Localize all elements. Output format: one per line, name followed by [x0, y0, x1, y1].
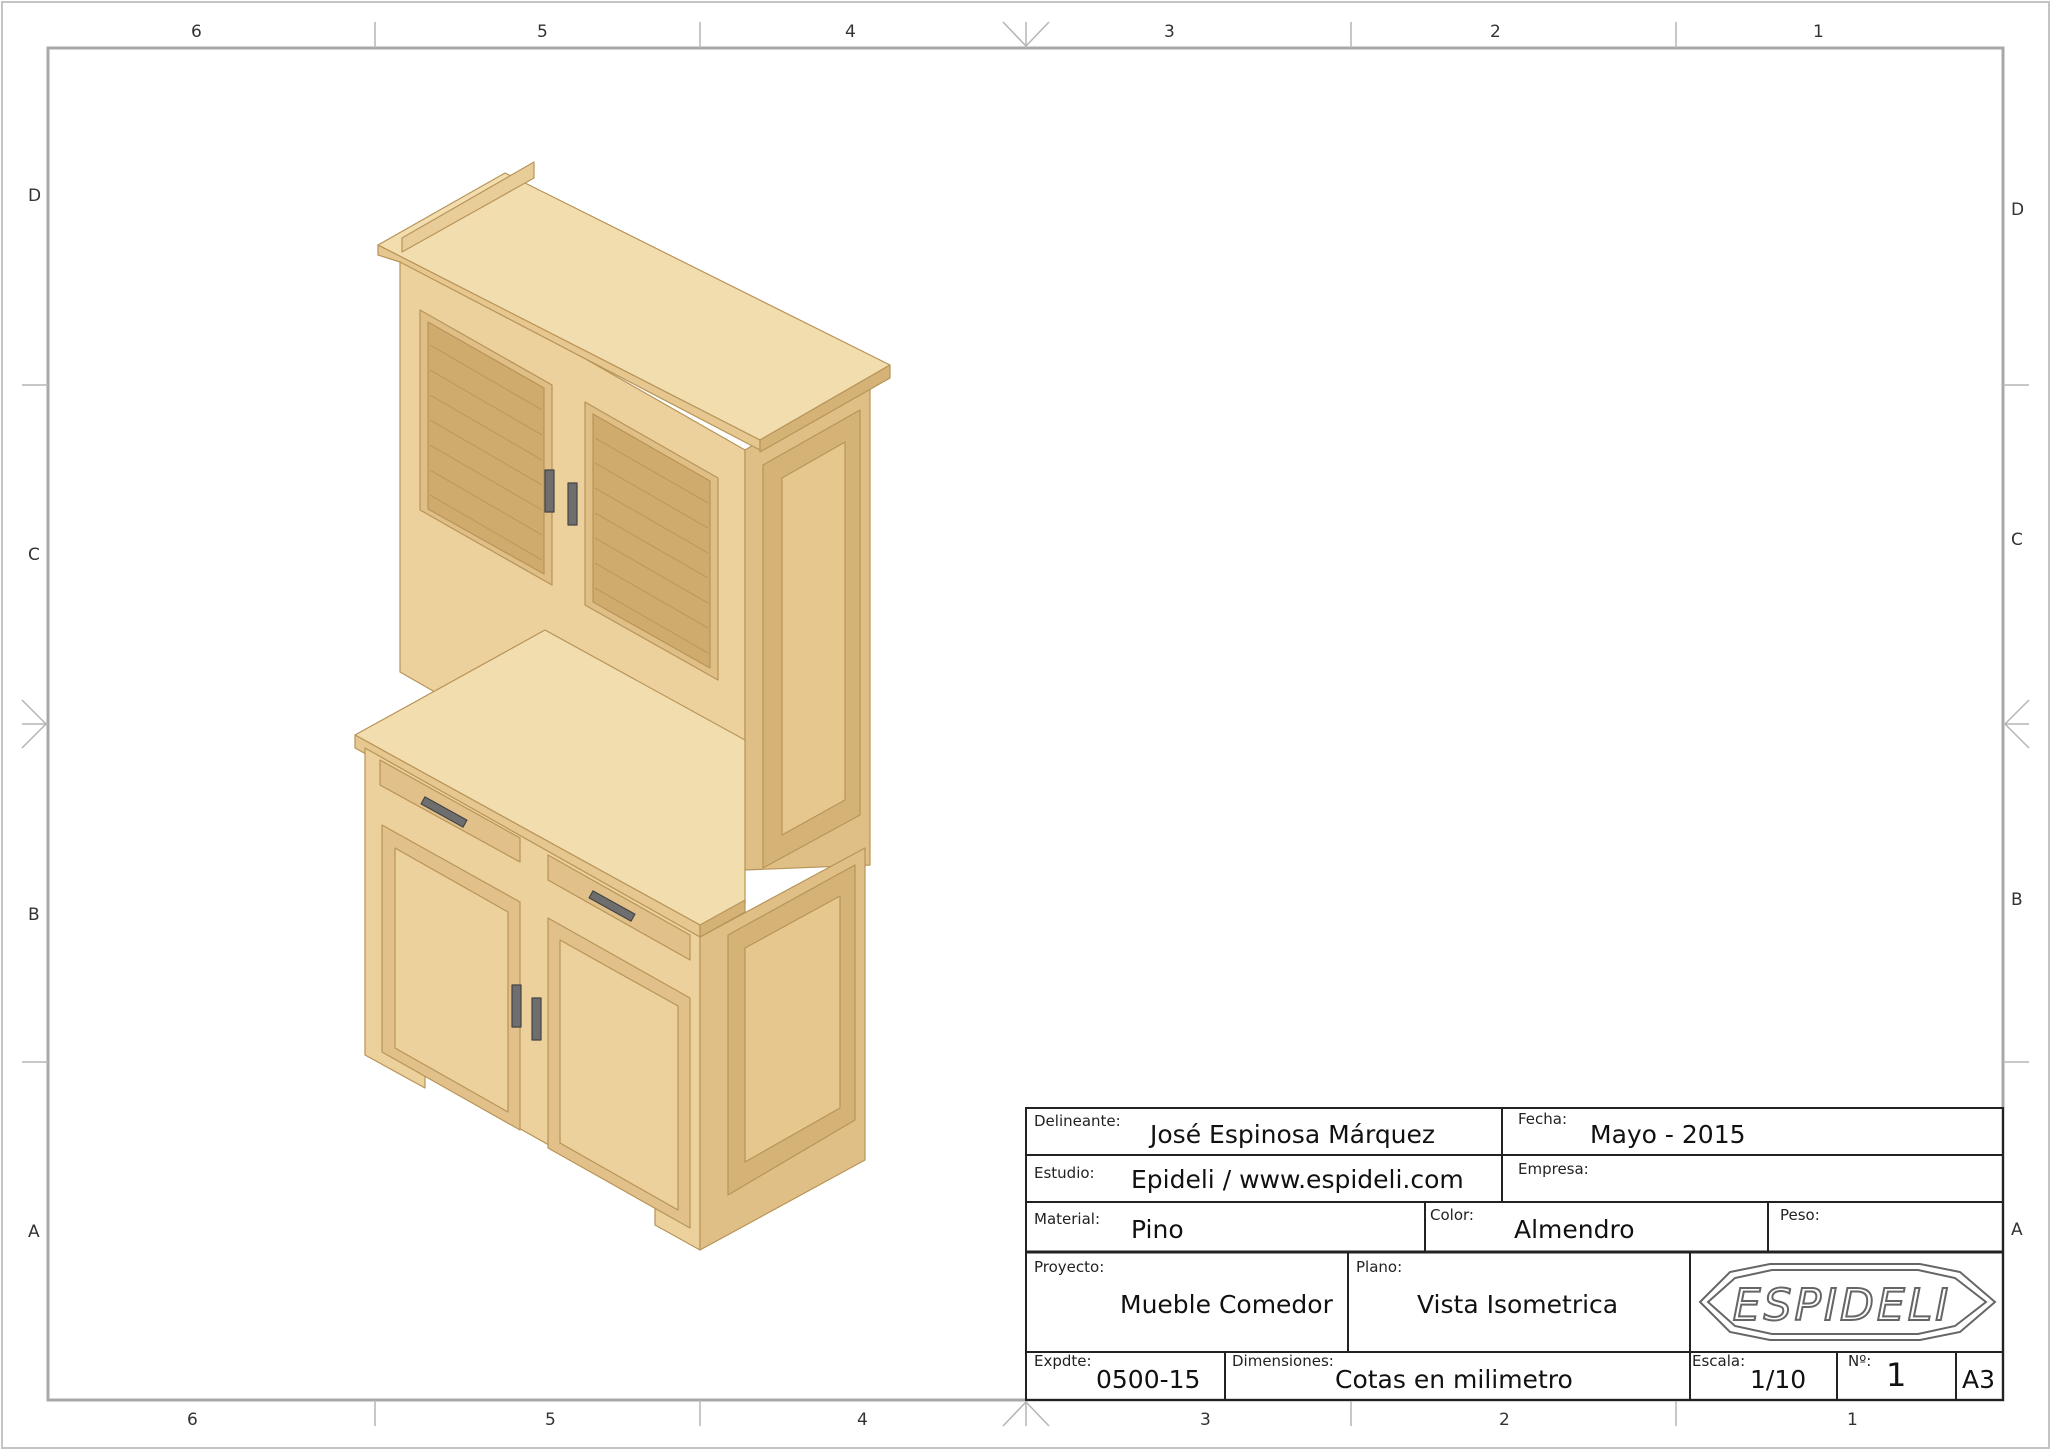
numero-value: 1: [1886, 1356, 1907, 1394]
furniture-isometric-view: [354, 161, 891, 1251]
fecha-value: Mayo - 2015: [1590, 1120, 1746, 1149]
lower-handle-left: [511, 984, 522, 1028]
zone-col-bottom-4: 4: [857, 1410, 868, 1430]
zone-col-bottom-3: 3: [1200, 1410, 1211, 1430]
fecha-label: Fecha:: [1518, 1110, 1568, 1128]
empresa-label: Empresa:: [1518, 1160, 1589, 1178]
upper-handle-left: [544, 469, 555, 513]
zone-col-top-6: 6: [191, 22, 202, 42]
escala-label: Escala:: [1692, 1352, 1746, 1370]
zone-col-bottom-2: 2: [1499, 1410, 1510, 1430]
zone-row-right-A: A: [2011, 1220, 2023, 1240]
material-label: Material:: [1034, 1210, 1100, 1228]
dimensiones-value: Cotas en milimetro: [1335, 1365, 1573, 1394]
dimensiones-label: Dimensiones:: [1232, 1352, 1334, 1370]
zone-row-right-C: C: [2011, 530, 2023, 550]
zone-row-left-A: A: [28, 1222, 40, 1242]
estudio-label: Estudio:: [1034, 1164, 1095, 1182]
plano-label: Plano:: [1356, 1258, 1403, 1276]
peso-label: Peso:: [1780, 1206, 1820, 1224]
plano-value: Vista Isometrica: [1417, 1290, 1619, 1319]
proyecto-value: Mueble Comedor: [1120, 1290, 1333, 1319]
zone-col-top-3: 3: [1164, 22, 1175, 42]
zone-row-right-B: B: [2011, 890, 2023, 910]
expdte-value: 0500-15: [1096, 1365, 1201, 1394]
zone-row-right-D: D: [2011, 200, 2025, 220]
numero-label: Nº:: [1848, 1352, 1872, 1370]
zone-col-top-2: 2: [1490, 22, 1501, 42]
zone-row-left-C: C: [28, 545, 40, 565]
formato-value: A3: [1962, 1365, 1996, 1394]
zone-col-top-5: 5: [537, 22, 548, 42]
delineante-value: José Espinosa Márquez: [1150, 1120, 1436, 1149]
delineante-label: Delineante:: [1034, 1112, 1121, 1130]
zone-col-bottom-6: 6: [187, 1410, 198, 1430]
estudio-value: Epideli / www.espideli.com: [1131, 1165, 1464, 1194]
drawing-sheet: [1, 1, 2050, 1449]
zone-col-bottom-5: 5: [545, 1410, 556, 1430]
upper-handle-right: [567, 482, 578, 526]
lower-handle-right: [531, 997, 542, 1041]
zone-row-left-D: D: [28, 186, 42, 206]
zone-col-top-1: 1: [1813, 22, 1824, 42]
zone-row-left-B: B: [28, 905, 40, 925]
proyecto-label: Proyecto:: [1034, 1258, 1105, 1276]
upper-side-panel-inset: [781, 441, 846, 836]
color-label: Color:: [1430, 1206, 1474, 1224]
zone-col-bottom-1: 1: [1847, 1410, 1858, 1430]
zone-col-top-4: 4: [845, 22, 856, 42]
expdte-label: Expdte:: [1034, 1352, 1092, 1370]
escala-value: 1/10: [1750, 1365, 1807, 1394]
espideli-logo-text: ESPIDELI: [1732, 1279, 1952, 1332]
material-value: Pino: [1131, 1215, 1184, 1244]
color-value: Almendro: [1514, 1215, 1635, 1244]
